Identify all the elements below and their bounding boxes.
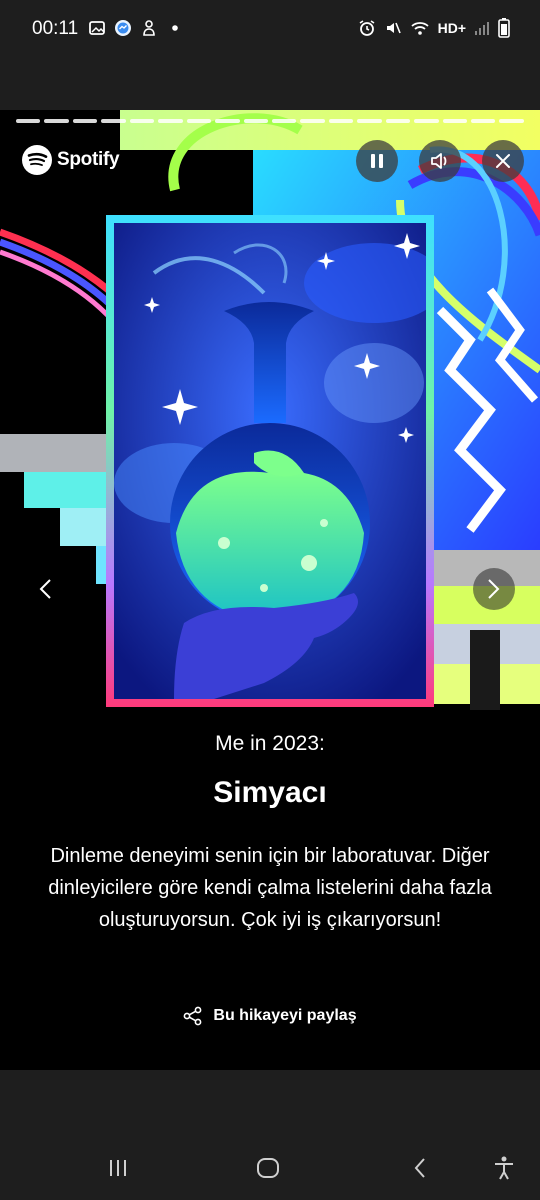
battery-icon	[498, 18, 510, 38]
accessibility-button[interactable]	[484, 1148, 524, 1188]
system-navigation-bar	[0, 1136, 540, 1200]
alchemist-card	[106, 215, 434, 707]
wifi-icon	[410, 22, 429, 35]
volume-button[interactable]	[419, 140, 461, 182]
story-progress-bar	[16, 119, 524, 123]
network-type: HD+	[437, 20, 466, 36]
spotify-logo: Spotify	[21, 144, 120, 176]
next-story-button[interactable]	[473, 568, 515, 610]
cleaner-icon	[143, 20, 155, 36]
lower-spacer	[0, 1070, 540, 1136]
alarm-icon	[359, 20, 375, 36]
signal-icon	[475, 22, 489, 35]
share-story-button[interactable]: Bu hikayeyi paylaş	[0, 1006, 540, 1026]
close-button[interactable]	[482, 140, 524, 182]
story-description: Dinleme deneyimi senin için bir laboratu…	[48, 845, 492, 931]
chevron-right-icon	[488, 579, 500, 599]
status-time: 00:11	[32, 18, 79, 39]
story-subtitle: Me in 2023:	[215, 732, 325, 755]
volume-icon	[431, 153, 447, 169]
status-right-icons: HD+	[358, 18, 510, 38]
previous-story-button[interactable]	[24, 568, 66, 610]
share-icon	[184, 1006, 202, 1026]
story-title: Simyacı	[213, 776, 327, 809]
back-icon	[414, 1158, 425, 1178]
close-icon	[496, 154, 510, 168]
recents-button[interactable]	[98, 1148, 138, 1188]
spotify-icon	[22, 145, 52, 175]
chevron-left-icon	[39, 579, 51, 599]
spotify-wordmark: Spotify	[57, 149, 120, 170]
image-icon	[89, 21, 105, 35]
home-icon	[257, 1158, 279, 1178]
share-label: Bu hikayeyi paylaş	[213, 1007, 357, 1024]
alchemist-flask-illustration	[114, 223, 426, 699]
pause-icon	[371, 154, 383, 168]
status-left-icons	[88, 19, 184, 37]
dot-icon	[172, 25, 178, 31]
home-button[interactable]	[248, 1148, 288, 1188]
recents-icon	[110, 1160, 126, 1176]
mute-icon	[386, 22, 401, 34]
pause-button[interactable]	[356, 140, 398, 182]
status-bar: 00:11 HD+	[0, 0, 540, 60]
back-button[interactable]	[400, 1148, 440, 1188]
accessibility-icon	[495, 1156, 513, 1180]
messenger-icon	[115, 20, 131, 36]
story-view[interactable]: Spotify Me in 2023: Simyacı Dinleme dene…	[0, 110, 540, 1070]
